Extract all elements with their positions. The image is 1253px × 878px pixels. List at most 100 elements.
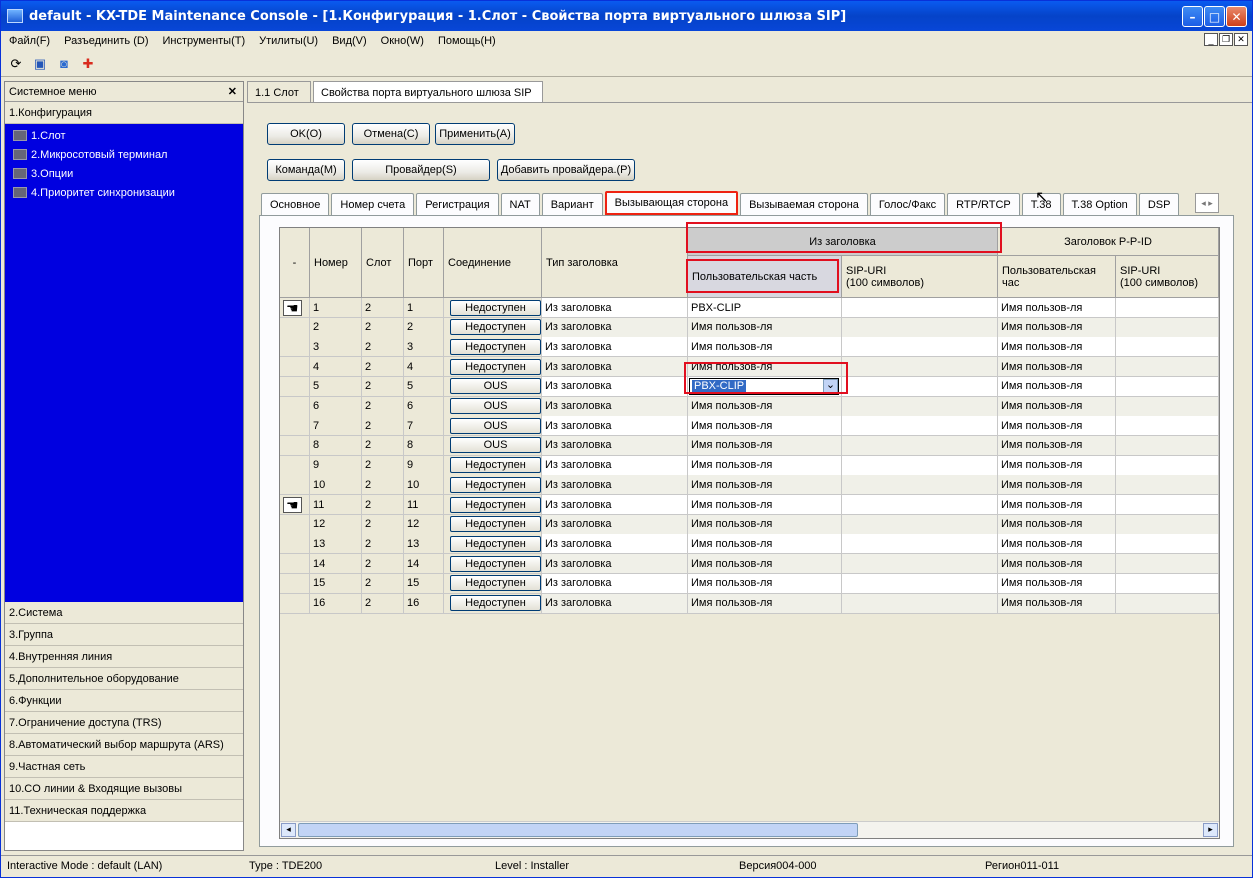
help-icon[interactable]: ✚ xyxy=(79,55,97,73)
horizontal-scrollbar[interactable]: ◂ ▸ xyxy=(280,821,1219,838)
tree-item-1[interactable]: 1.Слот xyxy=(5,126,243,145)
mdi-close-icon[interactable]: ✕ xyxy=(1234,33,1248,46)
sidebar-section-config[interactable]: 1.Конфигурация xyxy=(5,102,243,124)
sidebar-section-9[interactable]: 9.Частная сеть xyxy=(5,756,243,778)
sidebar-section-11[interactable]: 11.Техническая поддержка xyxy=(5,800,243,822)
cell-user-part[interactable]: Имя пользов-ля xyxy=(688,593,842,614)
tab-6[interactable]: Вызываемая сторона xyxy=(740,193,868,215)
tree-item-4[interactable]: 4.Приоритет синхронизации xyxy=(5,183,243,202)
cell-user-part-ppid[interactable]: Имя пользов-ля xyxy=(998,376,1116,397)
cell-sip-uri-ppid[interactable] xyxy=(1116,317,1219,338)
cell-sip-uri-ppid[interactable] xyxy=(1116,455,1219,476)
cell-sip-uri[interactable] xyxy=(842,514,998,535)
tree-item-3[interactable]: 3.Опции xyxy=(5,164,243,183)
row-selector[interactable] xyxy=(280,376,310,397)
cell-sip-uri[interactable] xyxy=(842,298,998,318)
sidebar-section-10[interactable]: 10.CO линии & Входящие вызовы xyxy=(5,778,243,800)
sidebar-section-2[interactable]: 2.Система xyxy=(5,602,243,624)
sidebar-section-7[interactable]: 7.Ограничение доступа (TRS) xyxy=(5,712,243,734)
cell-sip-uri[interactable] xyxy=(842,416,998,437)
row-selector[interactable] xyxy=(280,396,310,417)
cell-user-part[interactable]: Имя пользов-ля xyxy=(688,495,842,515)
cell-user-part[interactable]: Имя пользов-ля xyxy=(688,455,842,476)
cell-sip-uri-ppid[interactable] xyxy=(1116,416,1219,437)
provider-button[interactable]: Провайдер(S) xyxy=(352,159,490,181)
connection-button[interactable]: Недоступен xyxy=(450,535,541,552)
cell-user-part[interactable]: PBX-CLIP xyxy=(688,298,842,318)
cell-sip-uri-ppid[interactable] xyxy=(1116,593,1219,614)
cell-sip-uri[interactable] xyxy=(842,534,998,555)
maximize-icon[interactable]: □ xyxy=(1204,6,1225,27)
tab-11[interactable]: DSP xyxy=(1138,193,1180,215)
mdi-restore-icon[interactable]: ❐ xyxy=(1219,33,1233,46)
refresh-icon[interactable]: ⟳ xyxy=(7,55,25,73)
sidebar-section-5[interactable]: 5.Дополнительное оборудование xyxy=(5,668,243,690)
row-selector[interactable] xyxy=(280,435,310,456)
connection-button[interactable]: Недоступен xyxy=(450,358,541,375)
cell-sip-uri-ppid[interactable] xyxy=(1116,376,1219,397)
cell-user-part-ppid[interactable]: Имя пользов-ля xyxy=(998,495,1116,515)
cell-user-part[interactable]: Имя пользов-ля xyxy=(688,573,842,594)
cell-user-part-ppid[interactable]: Имя пользов-ля xyxy=(998,337,1116,358)
close-icon[interactable]: ✕ xyxy=(1226,6,1247,27)
connection-button[interactable]: Недоступен xyxy=(450,338,541,355)
tab-10[interactable]: T.38 Option xyxy=(1062,193,1137,215)
row-selector[interactable] xyxy=(280,475,310,496)
tab-0[interactable]: Основное xyxy=(261,193,330,215)
menu-item-4[interactable]: Вид(V) xyxy=(332,35,367,47)
add-provider-button[interactable]: Добавить провайдера.(P) xyxy=(497,159,635,181)
row-selector[interactable] xyxy=(280,455,310,476)
cell-sip-uri-ppid[interactable] xyxy=(1116,534,1219,555)
cell-user-part-ppid[interactable]: Имя пользов-ля xyxy=(998,573,1116,594)
cell-user-part-ppid[interactable]: Имя пользов-ля xyxy=(998,396,1116,417)
connection-button[interactable]: Недоступен xyxy=(450,555,541,572)
tree-item-2[interactable]: 2.Микросотовый терминал xyxy=(5,145,243,164)
cell-user-part-ppid[interactable]: Имя пользов-ля xyxy=(998,593,1116,614)
mdi-minimize-icon[interactable]: _ xyxy=(1204,33,1218,46)
row-selector[interactable] xyxy=(280,554,310,575)
cell-user-part-ppid[interactable]: Имя пользов-ля xyxy=(998,455,1116,476)
scroll-right-icon[interactable]: ▸ xyxy=(1203,823,1218,837)
cell-sip-uri[interactable] xyxy=(842,455,998,476)
minimize-icon[interactable]: – xyxy=(1182,6,1203,27)
row-selector[interactable] xyxy=(280,534,310,555)
tab-5[interactable]: Вызывающая сторона xyxy=(604,191,739,215)
row-selector[interactable]: ☚ xyxy=(280,495,310,515)
command-button[interactable]: Команда(M) xyxy=(267,159,345,181)
cell-sip-uri-ppid[interactable] xyxy=(1116,475,1219,496)
cell-sip-uri[interactable] xyxy=(842,495,998,515)
terminal-icon[interactable]: ◙ xyxy=(55,55,73,73)
cell-sip-uri-ppid[interactable] xyxy=(1116,396,1219,417)
cell-user-part[interactable]: Имя пользов-ля xyxy=(688,475,842,496)
menu-item-2[interactable]: Инструменты(T) xyxy=(163,35,246,47)
connect-icon[interactable]: ▣ xyxy=(31,55,49,73)
scroll-left-icon[interactable]: ◂ xyxy=(281,823,296,837)
cell-user-part-ppid[interactable]: Имя пользов-ля xyxy=(998,357,1116,378)
connection-button[interactable]: OUS xyxy=(450,437,541,454)
scroll-thumb[interactable] xyxy=(298,823,858,837)
connection-button[interactable]: OUS xyxy=(450,398,541,414)
cell-sip-uri[interactable] xyxy=(842,357,998,378)
cell-sip-uri[interactable] xyxy=(842,376,998,397)
row-selector[interactable] xyxy=(280,514,310,535)
cell-user-part-ppid[interactable]: Имя пользов-ля xyxy=(998,298,1116,318)
menu-item-0[interactable]: Файл(F) xyxy=(9,35,50,47)
cell-sip-uri-ppid[interactable] xyxy=(1116,298,1219,318)
cell-sip-uri-ppid[interactable] xyxy=(1116,554,1219,575)
cell-sip-uri-ppid[interactable] xyxy=(1116,337,1219,358)
cell-sip-uri[interactable] xyxy=(842,573,998,594)
sidebar-section-3[interactable]: 3.Группа xyxy=(5,624,243,646)
cell-user-part[interactable]: Имя пользов-ля xyxy=(688,357,842,378)
cell-user-part[interactable]: Имя пользов-ля xyxy=(688,317,842,338)
cancel-button[interactable]: Отмена(C) xyxy=(352,123,430,145)
cell-sip-uri[interactable] xyxy=(842,475,998,496)
sidebar-section-4[interactable]: 4.Внутренняя линия xyxy=(5,646,243,668)
connection-button[interactable]: Недоступен xyxy=(450,575,541,592)
cell-user-part-ppid[interactable]: Имя пользов-ля xyxy=(998,514,1116,535)
menu-item-1[interactable]: Разъединить (D) xyxy=(64,35,148,47)
cell-user-part-ppid[interactable]: Имя пользов-ля xyxy=(998,416,1116,437)
row-selector[interactable] xyxy=(280,337,310,358)
window-tab-sip-props[interactable]: Свойства порта виртуального шлюза SIP xyxy=(313,81,543,103)
cell-sip-uri-ppid[interactable] xyxy=(1116,357,1219,378)
tab-1[interactable]: Номер счета xyxy=(331,193,415,215)
